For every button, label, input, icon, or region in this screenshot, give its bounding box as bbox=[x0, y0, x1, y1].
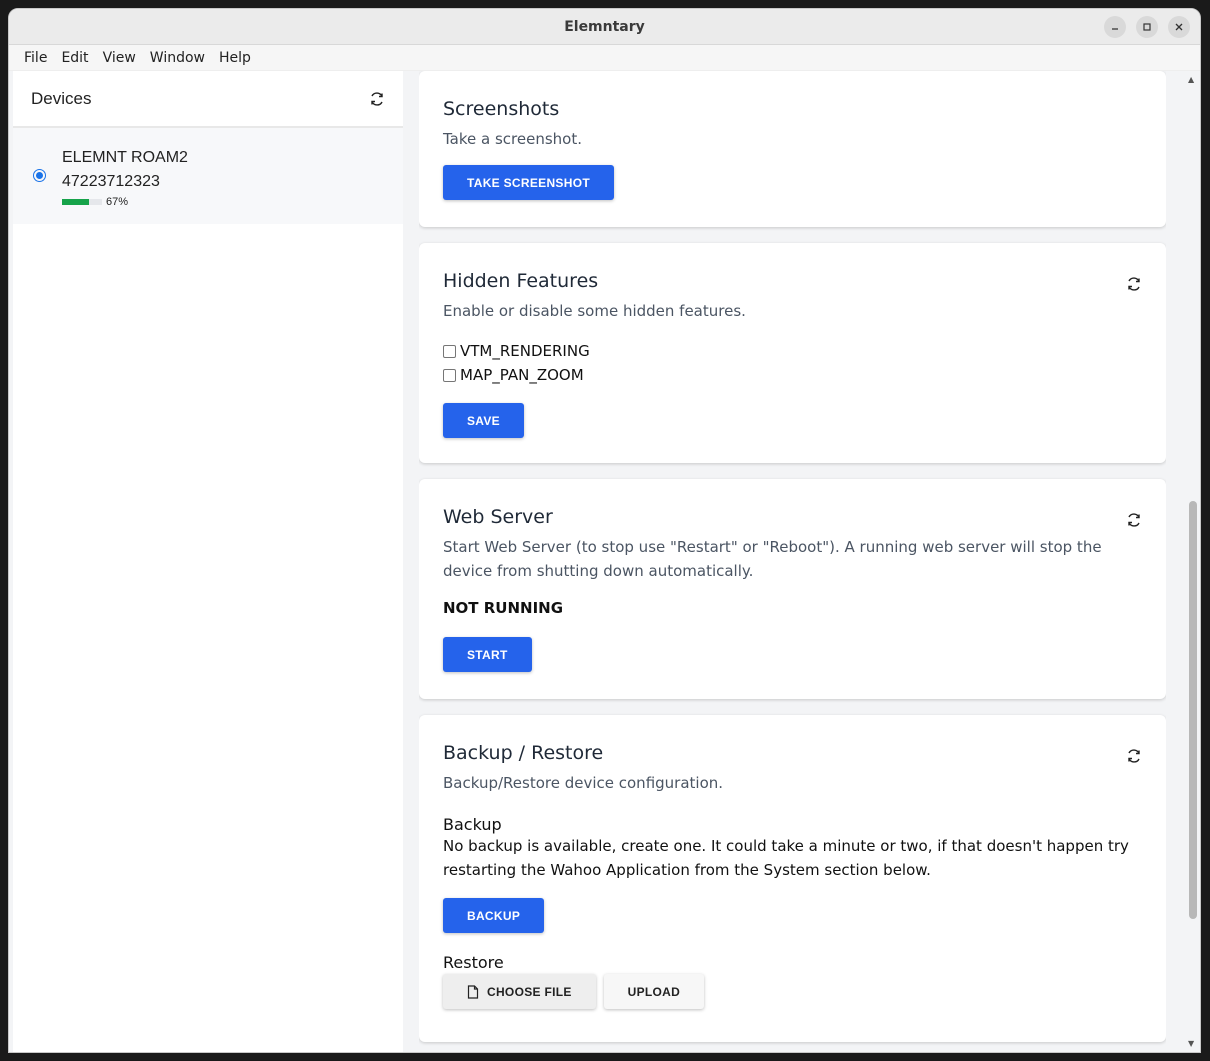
checkbox-vtm-rendering[interactable]: VTM_RENDERING bbox=[443, 339, 1142, 363]
web-server-title: Web Server bbox=[443, 506, 553, 528]
screenshots-card: Screenshots Take a screenshot. TAKE SCRE… bbox=[419, 71, 1166, 227]
refresh-devices-button[interactable] bbox=[367, 89, 387, 109]
file-icon bbox=[467, 984, 479, 999]
devices-sidebar: Devices ELEMNT ROAM2 47223712323 67% bbox=[13, 71, 403, 1052]
window-title: Elemntary bbox=[564, 18, 645, 35]
backup-restore-description: Backup/Restore device configuration. bbox=[443, 774, 724, 792]
scroll-thumb[interactable] bbox=[1189, 501, 1197, 919]
close-button[interactable] bbox=[1168, 16, 1190, 38]
device-serial: 47223712323 bbox=[62, 173, 160, 190]
scroll-up-arrow[interactable]: ▲ bbox=[1188, 75, 1194, 84]
save-button[interactable]: SAVE bbox=[443, 403, 524, 438]
refresh-icon bbox=[1128, 513, 1140, 527]
main-panel: Screenshots Take a screenshot. TAKE SCRE… bbox=[419, 71, 1166, 1052]
radio-selected-dot bbox=[36, 172, 43, 179]
refresh-icon bbox=[1128, 749, 1140, 763]
refresh-icon bbox=[371, 91, 383, 106]
web-server-status: NOT RUNNING bbox=[443, 599, 564, 617]
backup-button[interactable]: BACKUP bbox=[443, 898, 545, 933]
start-web-server-button[interactable]: START bbox=[443, 637, 532, 672]
close-icon bbox=[1175, 23, 1183, 31]
hidden-features-title: Hidden Features bbox=[443, 270, 599, 292]
checkbox-box[interactable] bbox=[443, 344, 456, 358]
checkbox-map-pan-zoom[interactable]: MAP_PAN_ZOOM bbox=[443, 363, 1142, 387]
restore-actions: CHOOSE FILE UPLOAD bbox=[443, 974, 1142, 1009]
content-area: Devices ELEMNT ROAM2 47223712323 67% Scr… bbox=[9, 71, 1200, 1052]
battery-bar-fill bbox=[62, 199, 89, 205]
battery-indicator: 67% bbox=[62, 196, 188, 208]
menu-bar: File Edit View Window Help bbox=[9, 45, 1200, 71]
menu-window[interactable]: Window bbox=[143, 45, 212, 71]
minimize-icon bbox=[1112, 28, 1118, 30]
backup-restore-card: Backup / Restore Backup/Restore device c… bbox=[419, 715, 1166, 1042]
backup-restore-title: Backup / Restore bbox=[443, 742, 604, 764]
main-scrollbar[interactable]: ▲ ▼ bbox=[1185, 71, 1200, 1052]
app-window: Elemntary File Edit View Window Help Dev… bbox=[8, 8, 1201, 1053]
hidden-features-card: Hidden Features Enable or disable some h… bbox=[419, 243, 1166, 463]
device-radio[interactable] bbox=[33, 169, 46, 182]
choose-file-button[interactable]: CHOOSE FILE bbox=[443, 974, 596, 1009]
hidden-features-description: Enable or disable some hidden features. bbox=[443, 302, 746, 320]
screenshots-description: Take a screenshot. bbox=[443, 130, 582, 148]
checkbox-box[interactable] bbox=[443, 368, 456, 382]
upload-button[interactable]: UPLOAD bbox=[603, 974, 705, 1009]
device-name: ELEMNT ROAM2 bbox=[62, 149, 188, 166]
refresh-backup-button[interactable] bbox=[1124, 746, 1144, 766]
backup-label: Backup bbox=[443, 815, 502, 834]
web-server-description: Start Web Server (to stop use "Restart" … bbox=[443, 538, 1102, 580]
maximize-icon bbox=[1143, 23, 1151, 31]
sidebar-header: Devices bbox=[13, 71, 403, 128]
menu-view[interactable]: View bbox=[96, 45, 143, 71]
screenshots-title: Screenshots bbox=[443, 98, 560, 120]
window-controls bbox=[1104, 16, 1190, 38]
title-bar: Elemntary bbox=[9, 9, 1200, 45]
device-list-item[interactable]: ELEMNT ROAM2 47223712323 67% bbox=[13, 128, 403, 224]
refresh-web-server-button[interactable] bbox=[1124, 510, 1144, 530]
minimize-button[interactable] bbox=[1104, 16, 1126, 38]
checkbox-label: MAP_PAN_ZOOM bbox=[460, 366, 584, 384]
battery-percent: 67% bbox=[106, 196, 129, 208]
backup-status-text: No backup is available, create one. It c… bbox=[443, 837, 1129, 879]
web-server-card: Web Server Start Web Server (to stop use… bbox=[419, 479, 1166, 699]
scroll-down-arrow[interactable]: ▼ bbox=[1188, 1039, 1194, 1048]
sidebar-title: Devices bbox=[31, 88, 92, 108]
battery-bar bbox=[62, 199, 102, 205]
choose-file-label: CHOOSE FILE bbox=[487, 984, 572, 999]
checkbox-label: VTM_RENDERING bbox=[460, 342, 590, 360]
menu-file[interactable]: File bbox=[17, 45, 54, 71]
menu-help[interactable]: Help bbox=[212, 45, 258, 71]
refresh-icon bbox=[1128, 277, 1140, 291]
device-info: ELEMNT ROAM2 47223712323 67% bbox=[62, 146, 188, 208]
restore-label: Restore bbox=[443, 953, 504, 972]
refresh-hidden-features-button[interactable] bbox=[1124, 274, 1144, 294]
maximize-button[interactable] bbox=[1136, 16, 1158, 38]
take-screenshot-button[interactable]: TAKE SCREENSHOT bbox=[443, 165, 614, 200]
menu-edit[interactable]: Edit bbox=[54, 45, 95, 71]
